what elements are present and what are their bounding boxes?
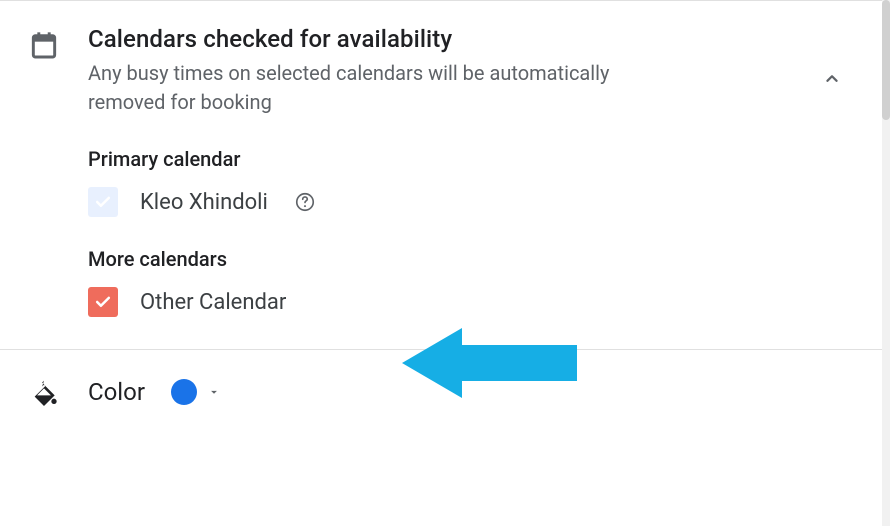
checkmark-icon — [93, 192, 113, 212]
primary-calendar-checkbox — [88, 187, 118, 217]
checkmark-icon — [93, 292, 113, 312]
primary-calendar-label: Primary calendar — [88, 147, 790, 171]
section-description: Any busy times on selected calendars wil… — [88, 59, 688, 117]
paint-bucket-icon — [0, 374, 88, 410]
scrollbar[interactable] — [882, 0, 890, 526]
availability-section: Calendars checked for availability Any b… — [0, 0, 890, 349]
dropdown-caret-icon — [207, 385, 221, 399]
calendar-icon — [0, 25, 88, 61]
color-label: Color — [88, 378, 145, 406]
scrollbar-thumb[interactable] — [882, 0, 890, 120]
collapse-button[interactable] — [814, 61, 850, 97]
help-icon[interactable] — [294, 191, 316, 213]
color-picker[interactable] — [171, 379, 221, 405]
primary-calendar-name: Kleo Xhindoli — [140, 190, 268, 215]
primary-calendar-row: Kleo Xhindoli — [88, 187, 790, 217]
other-calendar-checkbox[interactable] — [88, 287, 118, 317]
other-calendar-name: Other Calendar — [140, 290, 286, 315]
more-calendar-row: Other Calendar — [88, 287, 790, 317]
section-title: Calendars checked for availability — [88, 25, 688, 53]
more-calendars-label: More calendars — [88, 247, 790, 271]
chevron-up-icon — [821, 68, 843, 90]
color-swatch — [171, 379, 197, 405]
color-section: Color — [0, 349, 890, 434]
